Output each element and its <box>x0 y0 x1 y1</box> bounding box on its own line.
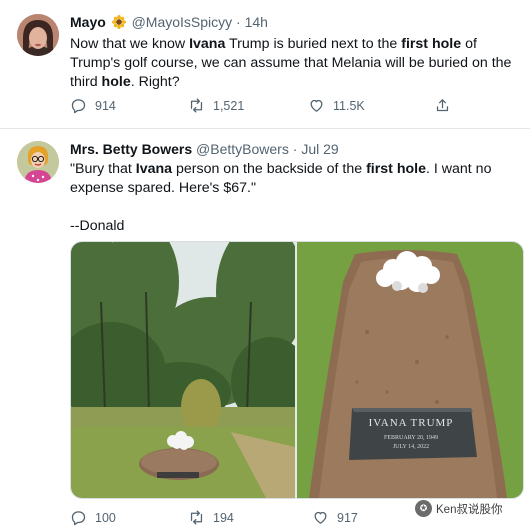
watermark-text: Ken叔说股你 <box>436 503 503 516</box>
separator-dot: · <box>292 141 298 157</box>
reply-button[interactable]: 914 <box>70 97 116 114</box>
like-icon <box>310 99 323 112</box>
author-handle[interactable]: @MayoIsSpicyy <box>132 14 233 30</box>
avatar[interactable] <box>17 141 59 183</box>
tweet-timestamp[interactable]: 14h <box>245 14 268 30</box>
avatar-illustration <box>17 141 59 183</box>
like-button[interactable]: 917 <box>312 509 358 526</box>
tweet-actions: 914 1,521 11.5K <box>70 97 490 117</box>
tweet-timestamp[interactable]: Jul 29 <box>301 141 338 157</box>
like-icon <box>314 511 327 524</box>
highlighted-term: first hole <box>366 161 426 177</box>
author-name[interactable]: Mrs. Betty Bowers <box>70 141 192 157</box>
sunflower-icon <box>111 15 126 29</box>
gravesite-distant-image <box>71 242 295 498</box>
tweet-betty-bowers[interactable]: Mrs. Betty Bowers @BettyBowers · Jul 29 … <box>0 129 530 531</box>
headstone-name: IVANA TRUMP <box>369 417 454 429</box>
photo-golf-course[interactable] <box>71 242 295 498</box>
author-handle[interactable]: @BettyBowers <box>196 141 289 157</box>
highlighted-term: Ivana <box>135 161 173 177</box>
like-button[interactable]: 11.5K <box>308 97 365 114</box>
tweet-text: "Bury that Ivana person on the backside … <box>70 160 522 198</box>
highlighted-term: first hole <box>401 36 462 52</box>
retweet-icon <box>190 510 203 525</box>
retweet-button[interactable]: 1,521 <box>188 97 244 114</box>
tweet-header: Mayo @MayoIsSpicyy · 14h <box>70 14 268 30</box>
reply-button[interactable]: 100 <box>70 509 116 526</box>
highlighted-term: Ivana <box>189 36 226 52</box>
separator-dot: · <box>236 14 241 30</box>
gravesite-closeup-image: IVANA TRUMP FEBRUARY 20, 1949 JULY 14, 2… <box>297 242 523 498</box>
text-segment: Now that we know <box>70 36 190 52</box>
reply-icon <box>71 511 86 526</box>
reply-count: 100 <box>95 510 116 525</box>
author-name[interactable]: Mayo <box>70 14 106 30</box>
tweet-media[interactable]: IVANA TRUMP FEBRUARY 20, 1949 JULY 14, 2… <box>70 241 524 499</box>
tweet-header: Mrs. Betty Bowers @BettyBowers · Jul 29 <box>70 141 339 157</box>
text-segment: "Bury that <box>70 161 136 177</box>
retweet-count: 194 <box>213 510 234 525</box>
text-segment: person on the backside of the <box>172 161 367 177</box>
photo-headstone[interactable]: IVANA TRUMP FEBRUARY 20, 1949 JULY 14, 2… <box>297 242 523 498</box>
text-segment: . Right? <box>130 74 180 90</box>
wechat-icon: ✪ <box>415 500 432 517</box>
tweet-text-block: "Bury that Ivana person on the backside … <box>70 160 522 236</box>
watermark: ✪ Ken叔说股你 <box>415 500 502 517</box>
reply-icon <box>71 99 86 114</box>
headstone-death-date: JULY 14, 2022 <box>393 444 429 450</box>
text-segment: Trump is buried next to the <box>225 36 402 52</box>
highlighted-term: hole <box>101 74 131 90</box>
share-icon <box>436 99 449 112</box>
avatar[interactable] <box>17 14 59 56</box>
share-button[interactable] <box>434 97 451 114</box>
tweet-signature: --Donald <box>70 218 125 234</box>
avatar-photo <box>17 14 59 56</box>
retweet-count: 1,521 <box>213 98 245 113</box>
like-count: 917 <box>337 510 358 525</box>
tweet-mayo[interactable]: Mayo @MayoIsSpicyy · 14h Now that we kno… <box>0 0 530 129</box>
like-count: 11.5K <box>333 98 365 113</box>
headstone-birth-date: FEBRUARY 20, 1949 <box>384 435 438 441</box>
reply-count: 914 <box>95 98 116 113</box>
retweet-icon <box>190 98 203 113</box>
retweet-button[interactable]: 194 <box>188 509 234 526</box>
tweet-text: Now that we know Ivana Trump is buried n… <box>70 35 522 92</box>
